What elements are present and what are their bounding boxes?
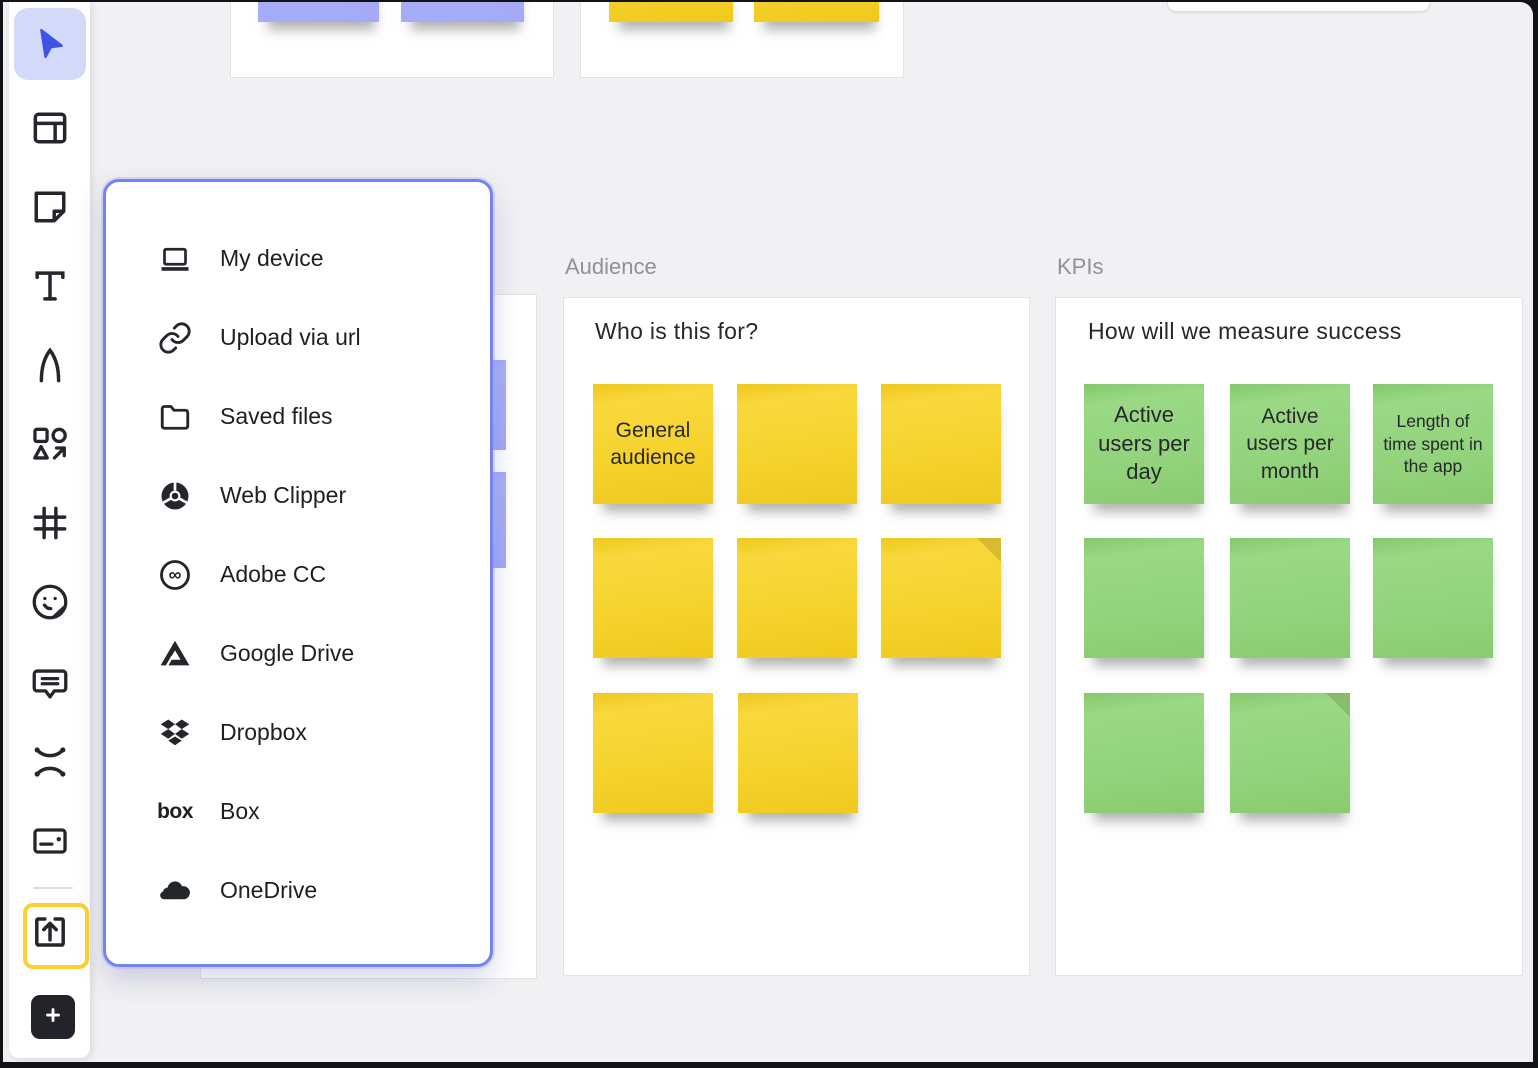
menu-item-saved-files[interactable]: Saved files [106,377,490,456]
menu-item-label: My device [220,245,324,272]
svg-text:∞: ∞ [169,564,182,584]
toolbar-divider [33,887,73,889]
sticky-note[interactable] [593,693,713,813]
adobe-cc-icon: ∞ [156,556,194,594]
templates-icon [28,106,72,150]
text-tool[interactable] [22,258,78,314]
link-icon [156,319,194,357]
upload-tool[interactable] [22,904,78,960]
box-icon: box [156,793,194,831]
menu-item-upload-via-url[interactable]: Upload via url [106,298,490,377]
sticky-note-general-audience[interactable]: General audience [593,384,713,504]
note-text: General audience [599,417,707,472]
note-text: Active users per day [1090,401,1198,487]
sticky-note[interactable] [881,538,1001,658]
folder-icon [156,398,194,436]
sticky-note[interactable] [881,384,1001,504]
sticky-note[interactable] [609,2,733,22]
sticky-note[interactable] [401,2,524,22]
sticky-note[interactable] [738,693,858,813]
top-partial-panel [1168,2,1429,11]
sticky-note[interactable] [593,538,713,658]
sticky-note-icon [28,185,72,229]
sticky-note[interactable] [754,2,879,22]
menu-item-my-device[interactable]: My device [106,219,490,298]
menu-item-google-drive[interactable]: Google Drive [106,614,490,693]
sticky-note[interactable] [1084,538,1204,658]
menu-item-label: Google Drive [220,640,354,667]
menu-item-web-clipper[interactable]: Web Clipper [106,456,490,535]
sticky-note-length-of-time[interactable]: Length of time spent in the app [1373,384,1493,504]
sticky-note[interactable] [258,2,379,22]
laptop-icon [156,240,194,278]
toolbar [9,2,90,1058]
box-logo-text: box [157,800,193,824]
menu-item-label: Web Clipper [220,482,346,509]
frame-title-kpis[interactable]: KPIs [1057,254,1103,280]
frame-title-audience[interactable]: Audience [565,254,657,280]
sticky-note[interactable] [737,384,857,504]
audience-heading[interactable]: Who is this for? [595,318,758,345]
menu-item-onedrive[interactable]: OneDrive [106,851,490,930]
miro-board-screenshot: { "colors": { "canvas_bg": "#F1F1F3", "a… [0,0,1538,1068]
menu-item-label: OneDrive [220,877,317,904]
cursor-icon [30,24,70,64]
sticky-note-tool[interactable] [22,179,78,235]
menu-item-label: Box [220,798,260,825]
board-canvas: d Audience Who is this for? General audi… [3,2,1533,1062]
sticker-icon [28,580,72,624]
kpis-heading[interactable]: How will we measure success [1088,318,1402,345]
dropbox-icon [156,714,194,752]
text-icon [28,264,72,308]
sticky-note[interactable] [1373,538,1493,658]
menu-item-label: Adobe CC [220,561,326,588]
connector-tool[interactable] [22,734,78,790]
google-drive-icon [156,635,194,673]
shapes-tool[interactable] [22,416,78,472]
menu-item-label: Dropbox [220,719,307,746]
menu-item-box[interactable]: box Box [106,772,490,851]
comment-icon [28,661,72,705]
chrome-icon [156,477,194,515]
card-icon [28,819,72,863]
menu-item-dropbox[interactable]: Dropbox [106,693,490,772]
menu-item-label: Upload via url [220,324,361,351]
frame-tool[interactable] [22,495,78,551]
select-tool[interactable] [14,8,86,80]
upload-menu: My device Upload via url Saved files Web… [103,179,493,967]
add-apps-button[interactable] [31,995,75,1039]
sticky-note-active-users-month[interactable]: Active users per month [1230,384,1350,504]
menu-item-adobe-cc[interactable]: ∞ Adobe CC [106,535,490,614]
sticky-note[interactable] [1084,693,1204,813]
card-tool[interactable] [22,813,78,869]
note-text: Length of time spent in the app [1379,410,1487,478]
menu-item-label: Saved files [220,403,333,430]
sticker-tool[interactable] [22,574,78,630]
comment-tool[interactable] [22,655,78,711]
sticky-note[interactable] [1230,538,1350,658]
pen-icon [28,343,72,387]
connector-icon [28,740,72,784]
sticky-note-active-users-day[interactable]: Active users per day [1084,384,1204,504]
sticky-note[interactable] [1230,693,1350,813]
sticky-note[interactable] [737,538,857,658]
onedrive-icon [156,872,194,910]
plus-icon [38,1000,68,1035]
upload-icon [28,910,72,954]
pen-tool[interactable] [22,337,78,393]
note-text: Active users per month [1236,403,1344,485]
frame-icon [28,501,72,545]
templates-tool[interactable] [22,100,78,156]
shapes-icon [28,422,72,466]
